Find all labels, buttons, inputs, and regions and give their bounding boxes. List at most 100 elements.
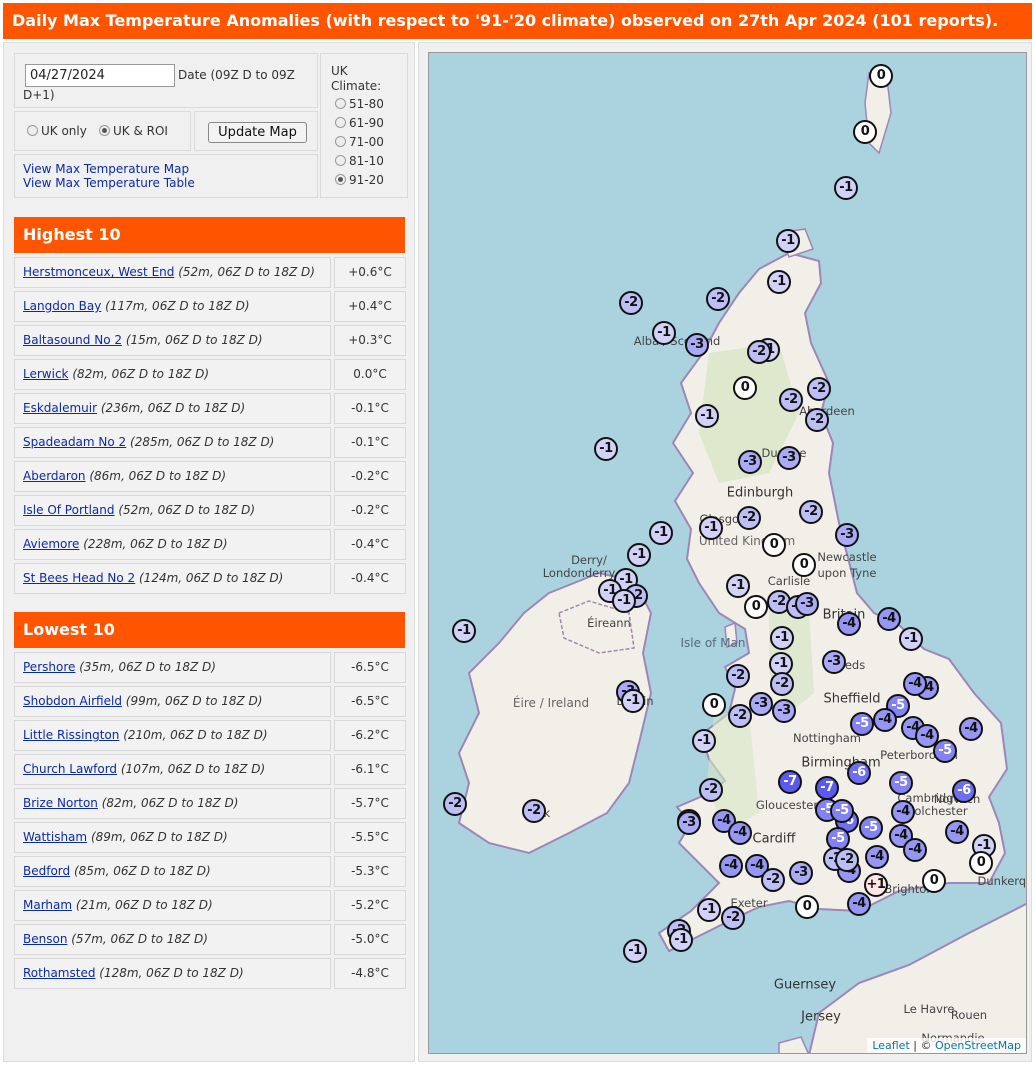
station-link[interactable]: Isle Of Portland bbox=[23, 503, 115, 517]
station-link[interactable]: Aviemore bbox=[23, 537, 79, 551]
station-marker[interactable]: -4 bbox=[959, 717, 983, 741]
station-marker[interactable]: -2 bbox=[721, 906, 745, 930]
update-map-button[interactable]: Update Map bbox=[208, 122, 307, 143]
station-marker[interactable]: -3 bbox=[795, 592, 819, 616]
region-uk-only[interactable]: UK only bbox=[27, 124, 87, 138]
max-temp-table-link[interactable]: View Max Temperature Table bbox=[23, 176, 195, 190]
station-marker[interactable]: -2 bbox=[805, 408, 829, 432]
station-marker[interactable]: -2 bbox=[443, 792, 467, 816]
station-marker[interactable]: -1 bbox=[770, 626, 794, 650]
station-marker[interactable]: 0 bbox=[795, 895, 819, 919]
station-marker[interactable]: -1 bbox=[767, 270, 791, 294]
station-marker[interactable]: -3 bbox=[677, 811, 701, 835]
station-marker[interactable]: -3 bbox=[738, 450, 762, 474]
climate-option-51-80[interactable]: 51-80 bbox=[335, 97, 384, 111]
region-uk-roi[interactable]: UK & ROI bbox=[99, 124, 168, 138]
station-marker[interactable]: -2 bbox=[726, 664, 750, 688]
station-marker[interactable]: -4 bbox=[837, 612, 861, 636]
radio-icon[interactable] bbox=[27, 125, 38, 136]
station-marker[interactable]: -2 bbox=[522, 799, 546, 823]
station-marker[interactable]: -2 bbox=[807, 377, 831, 401]
station-marker[interactable]: -1 bbox=[695, 404, 719, 428]
station-marker[interactable]: -4 bbox=[903, 672, 927, 696]
station-marker[interactable]: -3 bbox=[822, 650, 846, 674]
station-marker[interactable]: 0 bbox=[869, 64, 893, 88]
station-link[interactable]: Little Rissington bbox=[23, 728, 119, 742]
station-marker[interactable]: -1 bbox=[649, 521, 673, 545]
station-marker[interactable]: -4 bbox=[865, 845, 889, 869]
station-marker[interactable]: -4 bbox=[719, 854, 743, 878]
station-marker[interactable]: -2 bbox=[728, 704, 752, 728]
station-link[interactable]: Bedford bbox=[23, 864, 70, 878]
climate-option-61-90[interactable]: 61-90 bbox=[335, 116, 384, 130]
station-marker[interactable]: -5 bbox=[933, 739, 957, 763]
station-link[interactable]: Lerwick bbox=[23, 367, 69, 381]
station-marker[interactable]: 0 bbox=[733, 376, 757, 400]
station-marker[interactable]: -1 bbox=[726, 574, 750, 598]
station-marker[interactable]: -1 bbox=[697, 898, 721, 922]
station-marker[interactable]: -5 bbox=[830, 799, 854, 823]
station-marker[interactable]: -1 bbox=[612, 589, 636, 613]
leaflet-link[interactable]: Leaflet bbox=[872, 1039, 909, 1052]
station-marker[interactable]: -2 bbox=[761, 868, 785, 892]
station-marker[interactable]: -2 bbox=[799, 500, 823, 524]
station-link[interactable]: Aberdaron bbox=[23, 469, 86, 483]
station-marker[interactable]: -1 bbox=[834, 176, 858, 200]
station-marker[interactable]: -1 bbox=[652, 321, 676, 345]
station-marker[interactable]: -5 bbox=[859, 816, 883, 840]
climate-option-91-20[interactable]: 91-20 bbox=[335, 173, 384, 187]
radio-selected-icon[interactable] bbox=[335, 174, 346, 185]
radio-icon[interactable] bbox=[335, 117, 346, 128]
station-marker[interactable]: -2 bbox=[706, 287, 730, 311]
station-marker[interactable]: -6 bbox=[952, 779, 976, 803]
station-link[interactable]: Rothamsted bbox=[23, 966, 95, 980]
station-marker[interactable]: 0 bbox=[853, 120, 877, 144]
station-marker[interactable]: -2 bbox=[770, 672, 794, 696]
date-input[interactable] bbox=[25, 64, 175, 87]
station-marker[interactable]: -2 bbox=[619, 291, 643, 315]
station-marker[interactable]: +1 bbox=[864, 873, 888, 897]
station-marker[interactable]: -4 bbox=[728, 821, 752, 845]
station-link[interactable]: Pershore bbox=[23, 660, 75, 674]
anomaly-map[interactable]: AberdeenDundeeEdinburghGlasgowUnited Kin… bbox=[428, 52, 1027, 1054]
station-link[interactable]: Shobdon Airfield bbox=[23, 694, 122, 708]
station-marker[interactable]: -1 bbox=[623, 939, 647, 963]
climate-option-71-00[interactable]: 71-00 bbox=[335, 135, 384, 149]
station-link[interactable]: Wattisham bbox=[23, 830, 87, 844]
station-marker[interactable]: 0 bbox=[922, 869, 946, 893]
station-link[interactable]: Spadeadam No 2 bbox=[23, 435, 126, 449]
station-marker[interactable]: -5 bbox=[850, 712, 874, 736]
station-marker[interactable]: -7 bbox=[815, 776, 839, 800]
station-marker[interactable]: 0 bbox=[969, 851, 993, 875]
station-link[interactable]: Herstmonceux, West End bbox=[23, 265, 174, 279]
station-marker[interactable]: -4 bbox=[945, 820, 969, 844]
station-link[interactable]: Marham bbox=[23, 898, 72, 912]
station-marker[interactable]: 0 bbox=[762, 533, 786, 557]
station-marker[interactable]: -2 bbox=[737, 506, 761, 530]
station-marker[interactable]: -1 bbox=[692, 729, 716, 753]
station-marker[interactable]: -2 bbox=[699, 778, 723, 802]
station-marker[interactable]: -1 bbox=[452, 619, 476, 643]
station-link[interactable]: Langdon Bay bbox=[23, 299, 101, 313]
station-marker[interactable]: -5 bbox=[889, 771, 913, 795]
station-link[interactable]: Benson bbox=[23, 932, 67, 946]
station-marker[interactable]: -3 bbox=[772, 699, 796, 723]
station-marker[interactable]: 0 bbox=[744, 595, 768, 619]
station-marker[interactable]: -2 bbox=[747, 340, 771, 364]
radio-selected-icon[interactable] bbox=[99, 125, 110, 136]
station-marker[interactable]: -1 bbox=[899, 627, 923, 651]
station-marker[interactable]: -1 bbox=[621, 689, 645, 713]
station-marker[interactable]: -3 bbox=[685, 333, 709, 357]
station-marker[interactable]: -4 bbox=[891, 800, 915, 824]
station-marker[interactable]: -1 bbox=[776, 229, 800, 253]
osm-link[interactable]: OpenStreetMap bbox=[935, 1039, 1021, 1052]
radio-icon[interactable] bbox=[335, 136, 346, 147]
climate-option-81-10[interactable]: 81-10 bbox=[335, 154, 384, 168]
station-marker[interactable]: -3 bbox=[749, 692, 773, 716]
station-marker[interactable]: 0 bbox=[792, 553, 816, 577]
station-link[interactable]: Baltasound No 2 bbox=[23, 333, 122, 347]
station-marker[interactable]: -4 bbox=[847, 892, 871, 916]
station-marker[interactable]: -6 bbox=[847, 761, 871, 785]
station-marker[interactable]: -1 bbox=[669, 928, 693, 952]
station-link[interactable]: Eskdalemuir bbox=[23, 401, 97, 415]
